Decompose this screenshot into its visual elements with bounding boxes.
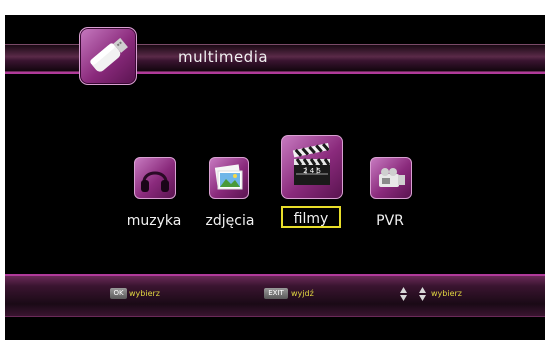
hint-wybierz-ok: wybierz	[129, 289, 160, 298]
menu-item-filmy[interactable]: filmy	[281, 211, 341, 227]
tv-screen: multimedia muzyka zdjęcia 2 4 5 filmy PV…	[5, 15, 545, 340]
menu-item-pvr[interactable]: PVR	[357, 213, 423, 229]
usb-stick-icon	[79, 27, 137, 85]
menu-item-zdjecia[interactable]: zdjęcia	[197, 213, 263, 229]
ok-key-badge: OK	[110, 288, 127, 299]
headphones-icon[interactable]	[134, 157, 176, 199]
clapperboard-icon[interactable]: 2 4 5	[281, 135, 343, 199]
menu-item-muzyka[interactable]: muzyka	[121, 213, 187, 229]
up-arrow-icon	[400, 286, 407, 301]
exit-key-badge: EXIT	[264, 288, 288, 299]
clapper-text: 2 4 5	[303, 167, 321, 175]
pictures-icon[interactable]	[209, 157, 249, 199]
camcorder-icon[interactable]	[370, 157, 412, 199]
page-title: multimedia	[178, 48, 269, 66]
hint-wyjdz: wyjdź	[291, 289, 314, 298]
hint-wybierz-arrows: wybierz	[431, 289, 462, 298]
down-arrow-icon	[419, 286, 426, 301]
